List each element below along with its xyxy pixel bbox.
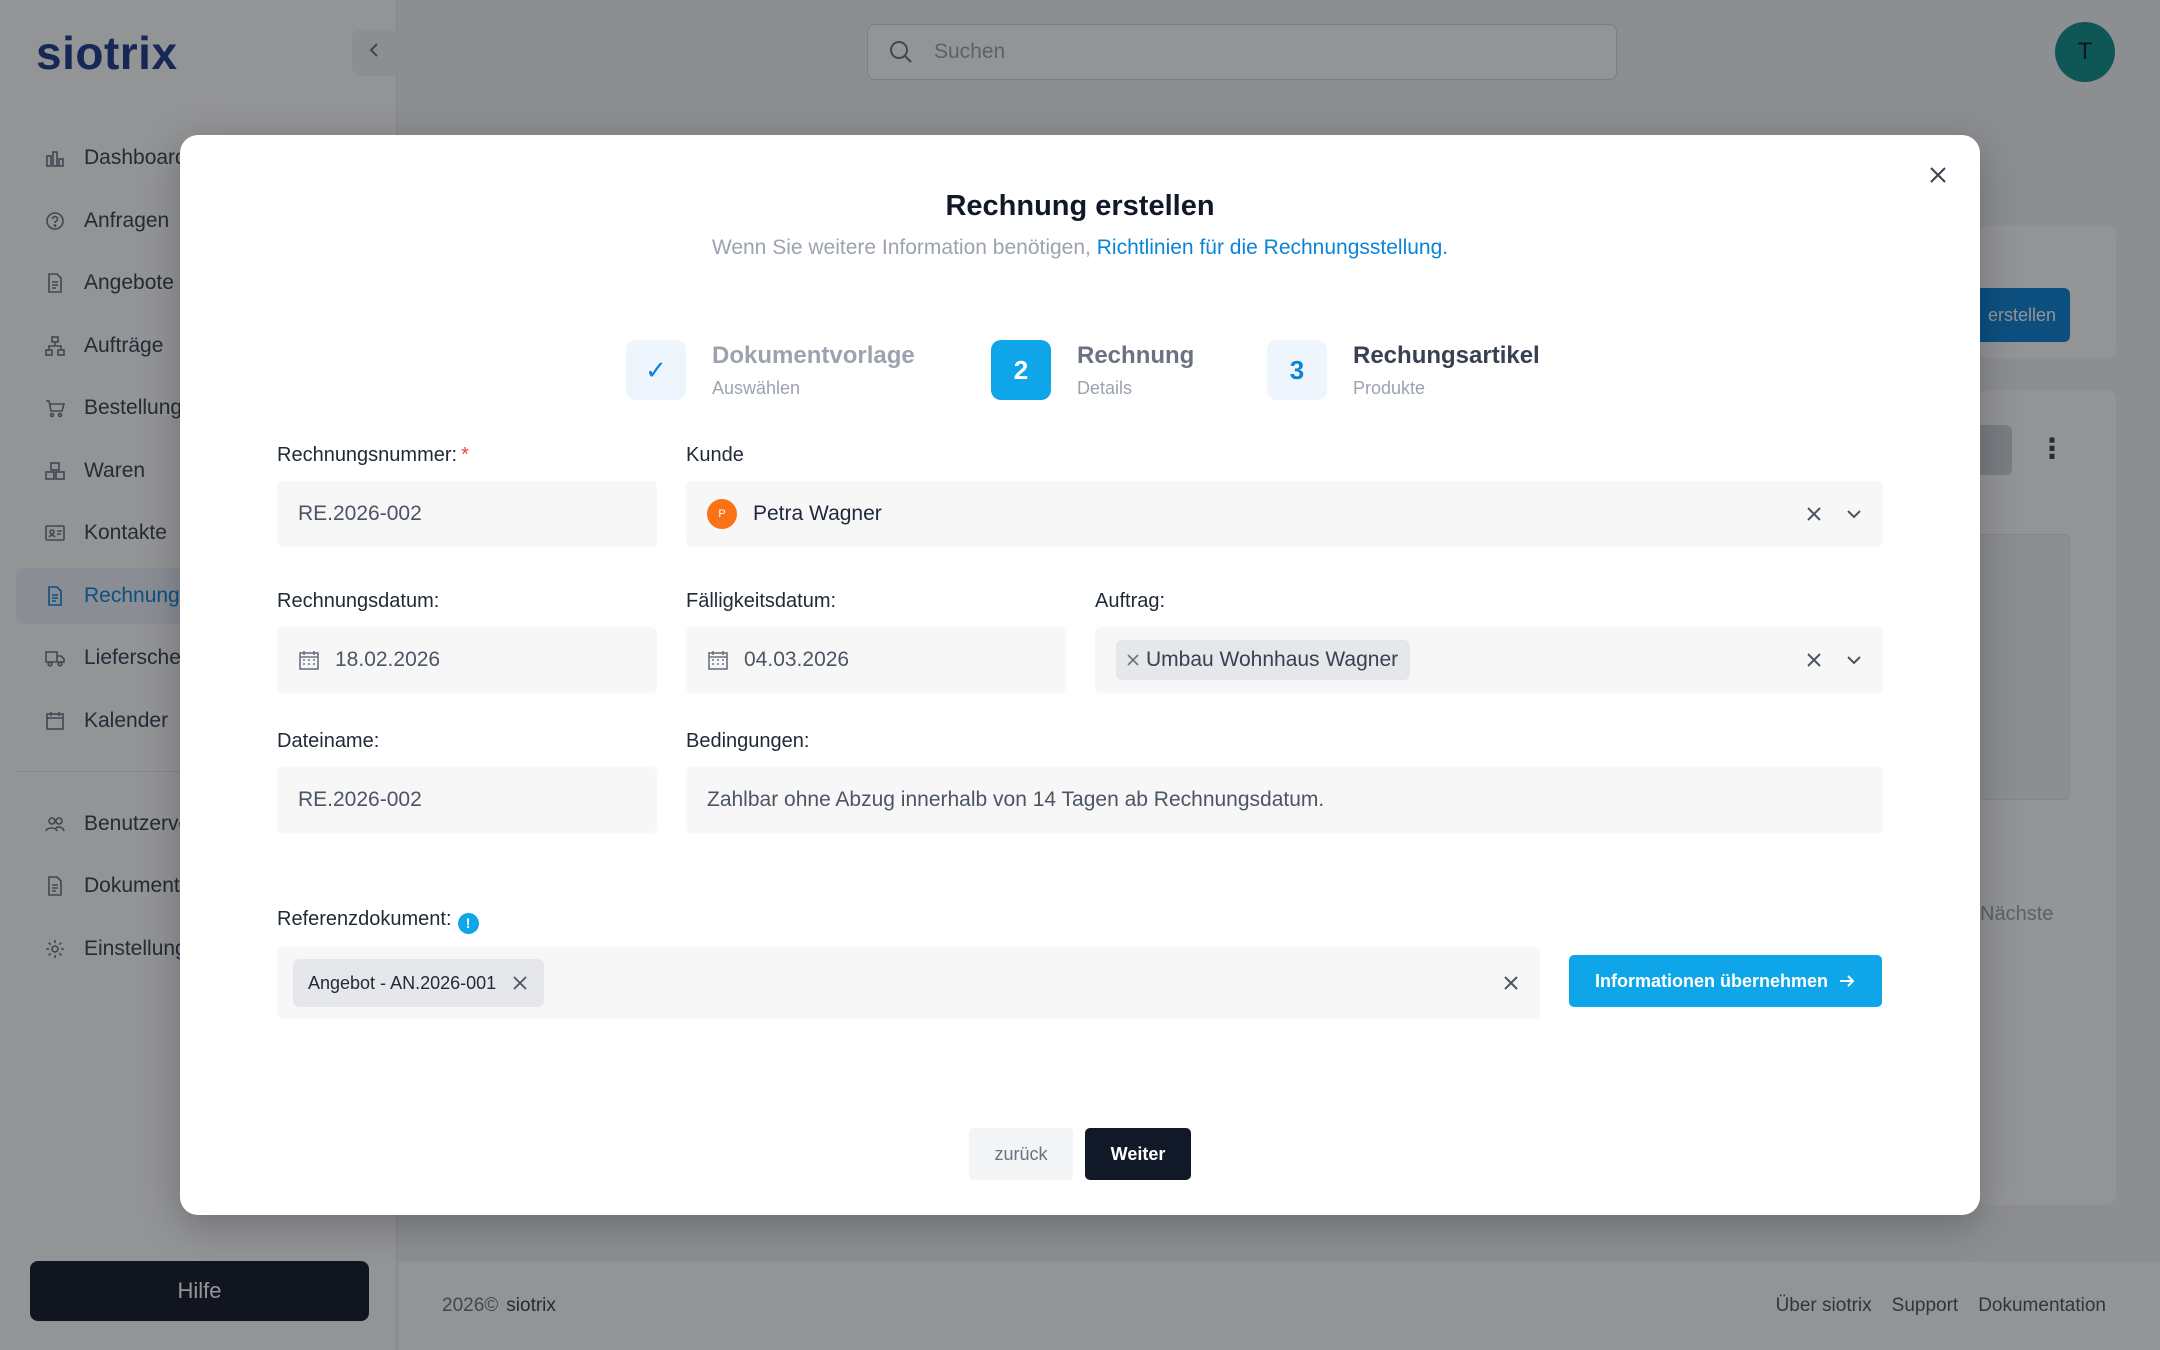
step-title: Rechungsartikel: [1353, 341, 1540, 369]
field-value: 18.02.2026: [335, 648, 441, 671]
chevron-down-icon[interactable]: [1845, 505, 1863, 523]
select-controls: [1805, 651, 1863, 669]
filename-label: Dateiname:: [277, 730, 380, 752]
clear-icon[interactable]: [1805, 505, 1823, 523]
apply-information-button[interactable]: Informationen übernehmen: [1569, 955, 1882, 1007]
field-value: RE.2026-002: [298, 502, 422, 525]
calendar-icon: [707, 649, 729, 671]
modal-title: Rechnung erstellen: [945, 190, 1215, 222]
select-controls: [1805, 505, 1863, 523]
chip-label: Umbau Wohnhaus Wagner: [1146, 648, 1399, 671]
invoice-number-label: Rechnungsnummer: *: [277, 444, 469, 467]
order-label: Auftrag:: [1095, 590, 1166, 612]
label-text: Rechnungsnummer:: [277, 444, 458, 466]
customer-name: Petra Wagner: [753, 502, 882, 525]
modal-subtitle: Wenn Sie weitere Information benötigen, …: [180, 236, 1980, 260]
label-text: Referenzdokument:: [277, 908, 452, 930]
check-icon: ✓: [626, 340, 686, 400]
field-value: RE.2026-002: [298, 788, 422, 811]
customer-select[interactable]: P Petra Wagner: [686, 481, 1883, 547]
invoice-number-input[interactable]: RE.2026-002: [277, 481, 657, 547]
field-value: 04.03.2026: [744, 648, 850, 671]
info-icon[interactable]: !: [457, 912, 479, 934]
arrow-right-icon: [1838, 972, 1856, 990]
reference-chip: Angebot - AN.2026-001: [293, 959, 545, 1007]
create-invoice-modal: Rechnung erstellen Wenn Sie weitere Info…: [180, 135, 1980, 1215]
step-subtitle: Auswählen: [712, 377, 801, 398]
customer-label: Kunde: [686, 444, 744, 466]
remove-chip-icon[interactable]: [1126, 653, 1140, 667]
step-number: 3: [1267, 340, 1327, 400]
step-subtitle: Produkte: [1353, 377, 1426, 398]
order-chip: Umbau Wohnhaus Wagner: [1116, 640, 1411, 680]
reference-document-select[interactable]: Angebot - AN.2026-001: [277, 947, 1540, 1019]
clear-icon[interactable]: [1502, 974, 1520, 992]
wizard-stepper: ✓ Dokumentvorlage Auswählen 2 Rechnung D…: [180, 340, 1980, 404]
due-date-label: Fälligkeitsdatum:: [686, 590, 837, 612]
button-label: Informationen übernehmen: [1594, 970, 1828, 991]
step-number: 2: [991, 340, 1051, 400]
remove-chip-icon[interactable]: [512, 975, 528, 991]
step-title: Rechnung: [1077, 341, 1195, 369]
customer-avatar: P: [707, 499, 737, 529]
chip-label: Angebot - AN.2026-001: [308, 972, 497, 993]
conditions-input[interactable]: Zahlbar ohne Abzug innerhalb von 14 Tage…: [686, 767, 1883, 833]
step-invoice[interactable]: 2 Rechnung Details: [991, 340, 1194, 400]
order-select[interactable]: Umbau Wohnhaus Wagner: [1095, 627, 1883, 693]
select-controls: [1502, 974, 1520, 992]
step-subtitle: Details: [1077, 377, 1133, 398]
field-value: Zahlbar ohne Abzug innerhalb von 14 Tage…: [707, 788, 1325, 811]
calendar-icon: [298, 649, 320, 671]
required-mark: *: [461, 444, 469, 466]
next-button[interactable]: Weiter: [1085, 1128, 1191, 1180]
filename-input[interactable]: RE.2026-002: [277, 767, 657, 833]
reference-label: Referenzdokument:!: [277, 908, 479, 934]
guidelines-link[interactable]: Richtlinien für die Rechnungsstellung.: [1097, 236, 1448, 259]
conditions-label: Bedingungen:: [686, 730, 810, 752]
close-icon: [1928, 165, 1948, 190]
subtitle-text: Wenn Sie weitere Information benötigen,: [711, 236, 1091, 259]
clear-icon[interactable]: [1805, 651, 1823, 669]
invoice-date-input[interactable]: 18.02.2026: [277, 627, 657, 693]
chevron-down-icon[interactable]: [1845, 651, 1863, 669]
invoice-date-label: Rechnungsdatum:: [277, 590, 440, 612]
back-button[interactable]: zurück: [969, 1128, 1073, 1180]
step-template[interactable]: ✓ Dokumentvorlage Auswählen: [626, 340, 915, 400]
step-title: Dokumentvorlage: [712, 341, 915, 369]
step-items[interactable]: 3 Rechungsartikel Produkte: [1267, 340, 1540, 400]
due-date-input[interactable]: 04.03.2026: [686, 627, 1066, 693]
